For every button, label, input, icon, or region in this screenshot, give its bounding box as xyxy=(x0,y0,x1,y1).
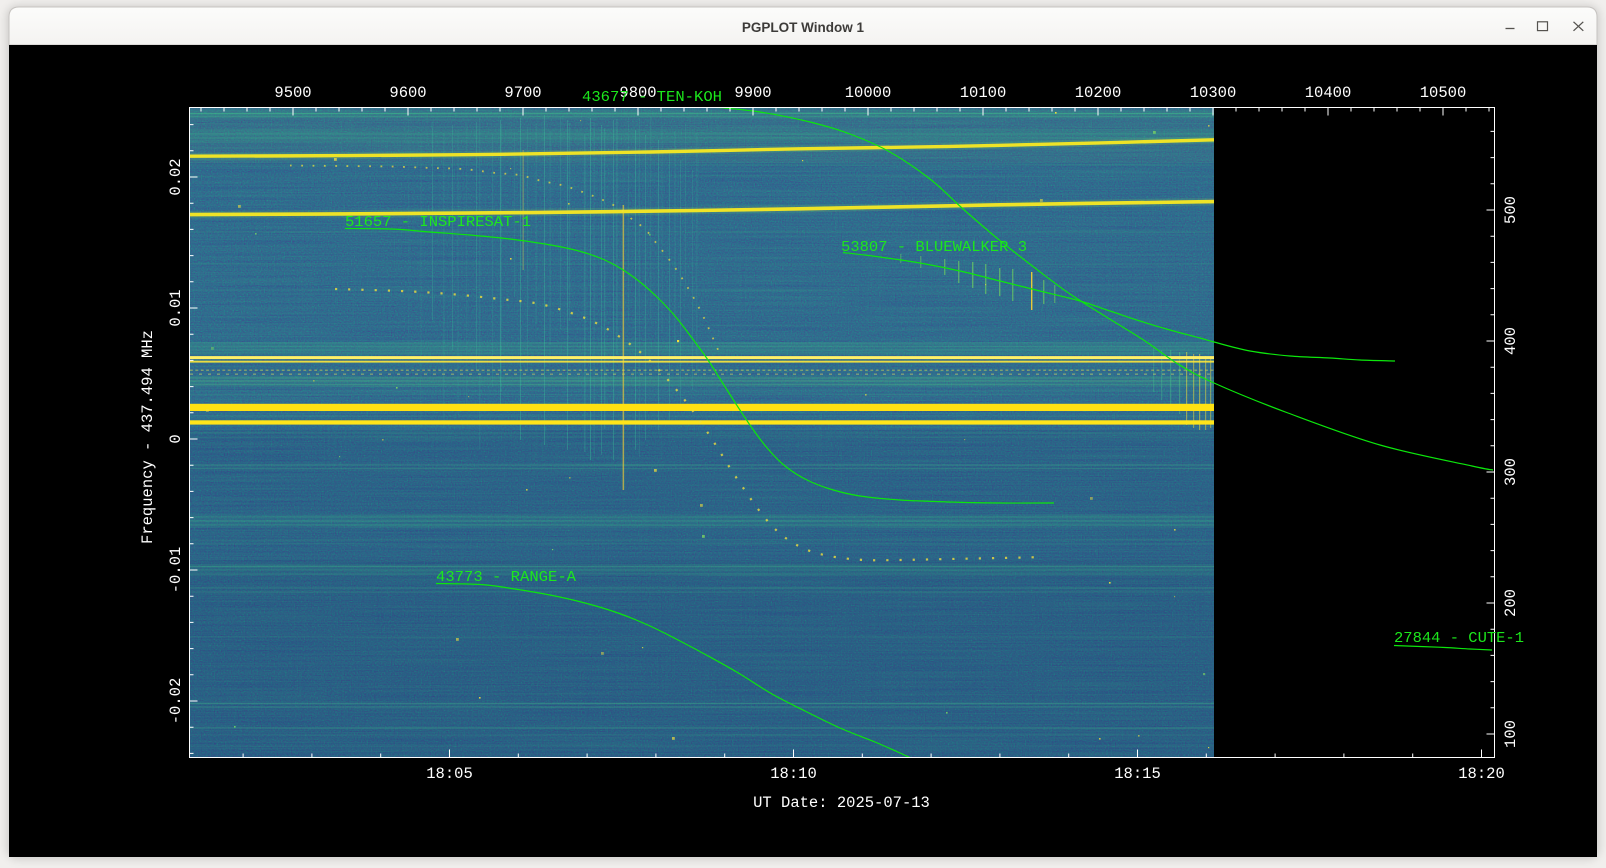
svg-text:0.02: 0.02 xyxy=(167,158,185,195)
svg-text:10000: 10000 xyxy=(845,84,892,102)
svg-text:10300: 10300 xyxy=(1190,84,1237,102)
svg-text:500: 500 xyxy=(1502,196,1520,224)
svg-text:27844 - CUTE-1: 27844 - CUTE-1 xyxy=(1394,630,1524,647)
svg-text:-0.02: -0.02 xyxy=(167,678,185,725)
svg-text:9500: 9500 xyxy=(274,84,311,102)
svg-text:9600: 9600 xyxy=(389,84,426,102)
svg-text:300: 300 xyxy=(1502,458,1520,486)
svg-text:18:10: 18:10 xyxy=(770,765,817,783)
svg-text:-0.01: -0.01 xyxy=(167,547,185,594)
svg-text:10400: 10400 xyxy=(1305,84,1352,102)
svg-text:18:15: 18:15 xyxy=(1114,765,1161,783)
svg-text:200: 200 xyxy=(1502,589,1520,617)
svg-text:10500: 10500 xyxy=(1420,84,1467,102)
svg-text:18:05: 18:05 xyxy=(426,765,473,783)
svg-text:53807 - BLUEWALKER 3: 53807 - BLUEWALKER 3 xyxy=(841,239,1027,256)
svg-text:18:20: 18:20 xyxy=(1458,765,1505,783)
svg-text:43677 - TEN-KOH: 43677 - TEN-KOH xyxy=(582,89,722,106)
svg-text:UT Date: 2025-07-13: UT Date: 2025-07-13 xyxy=(753,794,930,812)
svg-text:10100: 10100 xyxy=(960,84,1007,102)
svg-text:Frequency - 437.494 MHz: Frequency - 437.494 MHz xyxy=(139,330,157,544)
svg-text:51657 - INSPIRESAT-1: 51657 - INSPIRESAT-1 xyxy=(345,214,531,231)
svg-text:100: 100 xyxy=(1502,720,1520,748)
svg-text:10200: 10200 xyxy=(1075,84,1122,102)
svg-text:9900: 9900 xyxy=(734,84,771,102)
svg-text:PGPLOT Window 1: PGPLOT Window 1 xyxy=(742,20,865,35)
svg-text:43773 - RANGE-A: 43773 - RANGE-A xyxy=(436,569,576,586)
svg-text:400: 400 xyxy=(1502,327,1520,355)
svg-text:9700: 9700 xyxy=(504,84,541,102)
svg-text:0.01: 0.01 xyxy=(167,289,185,326)
svg-text:0: 0 xyxy=(167,434,185,443)
